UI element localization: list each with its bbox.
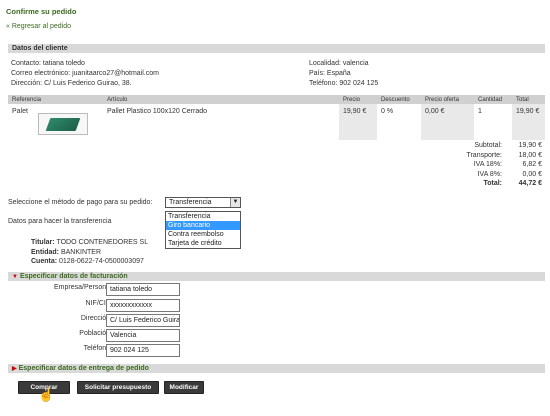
billing-row-poblacion: Población: Valencia [8, 329, 308, 343]
titular-value: TODO CONTENEDORES SL [56, 239, 149, 246]
billing-section-title: Especificar datos de facturación [19, 273, 128, 280]
shipping-section-title: Especificar datos de entrega de pedido [18, 365, 149, 372]
iva18-value: 6,82 € [522, 161, 542, 169]
entidad-value: BANKINTER [60, 248, 102, 256]
product-thumbnail[interactable] [38, 113, 88, 135]
entidad-label: Entidad: [31, 248, 59, 256]
billing-row-empresa: Empresa/Persona: tatiana toledo [8, 283, 308, 297]
col-articulo: Artículo [103, 95, 339, 104]
client-city: Localidad: valencia [309, 60, 369, 67]
telefono-input[interactable]: 902 024 125 [106, 344, 180, 357]
bank-details: Titular: TODO CONTENEDORES SL Entidad: B… [31, 238, 148, 267]
empresa-label: Empresa/Persona: [54, 284, 112, 291]
col-total: Total [512, 95, 545, 104]
iva8-value: 0,00 € [522, 170, 542, 178]
iva18-label: IVA 18%: [473, 161, 502, 169]
hand-cursor-icon: ☝ [38, 387, 55, 402]
subtotal-label: Subtotal: [474, 142, 502, 149]
table-header-row: Referencia Artículo Precio Descuento Pre… [8, 95, 545, 104]
cell-total: 19,90 € [512, 104, 545, 140]
table-row: Palet Pallet Plastico 100x120 Cerrado 19… [8, 104, 545, 140]
order-table: Referencia Artículo Precio Descuento Pre… [8, 95, 545, 140]
totals-block: Subtotal: 19,90 € Transporte: 18,00 € IVA … [402, 141, 542, 189]
referencia-text: Palet [12, 108, 28, 115]
client-address: Dirección: C/ Luis Federico Guirao, 38. [11, 80, 132, 87]
col-precio: Precio [339, 95, 377, 104]
payment-option-transferencia[interactable]: Transferencia [166, 212, 240, 221]
page-title: Confirme su pedido [6, 7, 77, 16]
transport-label: Transporte: [466, 151, 502, 159]
cell-articulo: Pallet Plastico 100x120 Cerrado [107, 108, 208, 115]
triangle-down-icon: ▼ [12, 274, 18, 280]
iva8-label: IVA 8%: [477, 170, 502, 178]
billing-row-direccion: Dirección: C/ Luis Federico Guira [8, 314, 308, 328]
modify-button[interactable]: Modificar [164, 381, 204, 394]
billing-section-header[interactable]: ▼ Especificar datos de facturación [8, 272, 545, 281]
titular-label: Titular: [31, 239, 55, 246]
billing-row-nif: NIF/CIF: xxxxxxxxxxxx [8, 299, 308, 313]
payment-selected-value: Transferencia [169, 199, 212, 206]
total-value: 44,72 € [518, 180, 542, 188]
payment-method-dropdown[interactable]: Transferencia Giro bancario Contra reemb… [165, 211, 241, 249]
cell-precio-oferta: 0,00 € [421, 104, 474, 140]
payment-option-reembolso[interactable]: Contra reembolso [166, 230, 240, 239]
shipping-section-header[interactable]: ▶ Especificar datos de entrega de pedido [8, 364, 545, 373]
payment-option-tarjeta[interactable]: Tarjeta de crédito [166, 239, 240, 248]
back-to-order-link[interactable]: « Regresar al pedido [6, 23, 71, 30]
subtotal-value: 19,90 € [518, 142, 542, 149]
payment-method-label: Seleccione el método de pago para su ped… [8, 199, 153, 206]
empresa-input[interactable]: tatiana toledo [106, 283, 180, 296]
triangle-right-icon: ▶ [12, 366, 17, 372]
transport-value: 18,00 € [518, 151, 542, 159]
request-quote-button[interactable]: Solicitar presupuesto [77, 381, 159, 394]
pallet-image [45, 118, 81, 131]
col-cantidad: Cantidad [474, 95, 512, 104]
cell-descuento: 0 % [381, 108, 394, 115]
direccion-input[interactable]: C/ Luis Federico Guira [106, 314, 180, 327]
col-referencia: Referencia [8, 95, 103, 104]
chevron-down-icon[interactable]: ▼ [230, 198, 240, 207]
cell-cantidad: 1 [478, 108, 482, 115]
cell-precio: 19,90 € [339, 104, 377, 140]
transfer-info-label: Datos para hacer la transferencia [8, 218, 112, 225]
cell-referencia: Palet [8, 104, 103, 140]
client-section-header: Datos del cliente [8, 44, 545, 53]
client-phone: Teléfono: 902 024 125 [309, 80, 379, 87]
col-descuento: Descuento [377, 95, 421, 104]
payment-option-giro[interactable]: Giro bancario [166, 221, 240, 230]
billing-row-telefono: Teléfono: 902 024 125 [8, 344, 308, 358]
col-precio-oferta: Precio oferta [421, 95, 474, 104]
client-contact: Contacto: tatiana toledo [11, 60, 85, 67]
payment-method-select[interactable]: Transferencia ▼ [165, 197, 241, 208]
nif-input[interactable]: xxxxxxxxxxxx [106, 299, 180, 312]
client-country: País: España [309, 70, 351, 77]
client-email: Correo electrónico: juanitaarco27@hotmai… [11, 70, 159, 77]
cuenta-label: Cuenta: [31, 258, 58, 265]
total-label: Total: [483, 180, 502, 188]
cuenta-value: 0128-0622-74-0500003097 [59, 258, 144, 265]
poblacion-input[interactable]: Valencia [106, 329, 180, 342]
